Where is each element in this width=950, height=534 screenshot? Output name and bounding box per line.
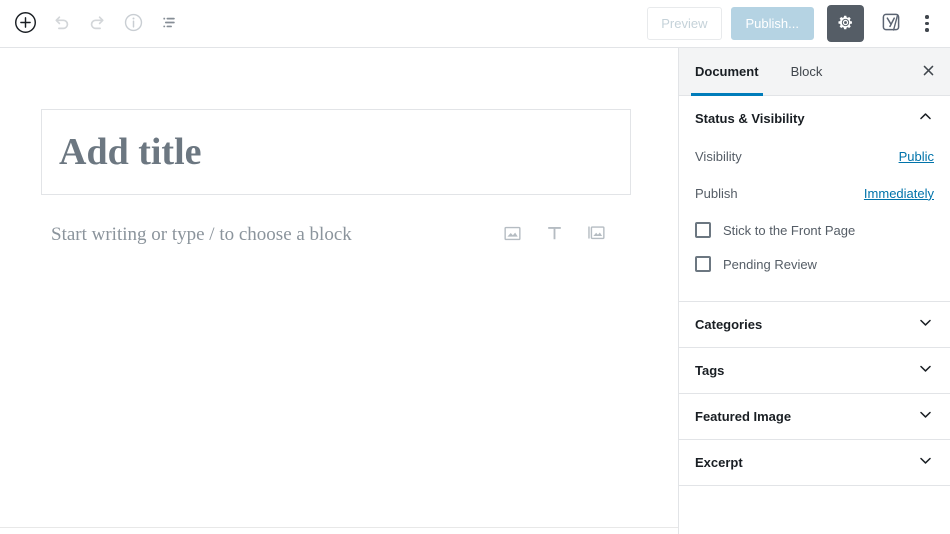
- panel-status-visibility-body: Visibility Public Publish Immediately St…: [679, 141, 950, 301]
- panel-excerpt: Excerpt: [679, 440, 950, 486]
- block-navigation-button[interactable]: [151, 6, 187, 42]
- checkbox-row-sticky[interactable]: Stick to the Front Page: [695, 215, 934, 245]
- sticky-checkbox[interactable]: [695, 222, 711, 238]
- panel-categories-title: Categories: [695, 317, 763, 332]
- preview-button[interactable]: Preview: [647, 7, 722, 40]
- setting-row-publish: Publish Immediately: [695, 178, 934, 208]
- chevron-down-icon: [917, 360, 934, 382]
- panel-featured-image-title: Featured Image: [695, 409, 792, 424]
- panel-featured-image: Featured Image: [679, 394, 950, 440]
- content-info-icon: [123, 12, 144, 36]
- chevron-down-icon: [917, 406, 934, 428]
- panel-tags: Tags: [679, 348, 950, 394]
- gallery-block-icon: [586, 223, 607, 247]
- chevron-down-icon: [917, 314, 934, 336]
- undo-icon: [51, 12, 72, 36]
- panel-excerpt-title: Excerpt: [695, 455, 743, 470]
- close-icon: [921, 63, 936, 81]
- kebab-menu-icon: [925, 15, 929, 32]
- add-block-icon: [14, 11, 37, 37]
- gallery-block-button[interactable]: [584, 223, 608, 247]
- toolbar-right-group: Preview Publish...: [647, 0, 950, 47]
- default-paragraph-block: Start writing or type / to choose a bloc…: [41, 215, 631, 255]
- chevron-up-icon: [917, 108, 934, 130]
- post-title-placeholder: Add title: [59, 131, 202, 173]
- yoast-seo-icon: [879, 10, 903, 37]
- editor-canvas: Add title Start writing or type / to cho…: [0, 48, 678, 528]
- publish-button[interactable]: Publish...: [730, 7, 814, 40]
- panel-status-visibility-header[interactable]: Status & Visibility: [679, 96, 950, 141]
- visibility-label: Visibility: [695, 148, 742, 164]
- image-block-button[interactable]: [500, 223, 524, 247]
- post-title-field[interactable]: Add title: [41, 109, 631, 195]
- block-quick-insert-group: [500, 223, 631, 247]
- panel-categories: Categories: [679, 302, 950, 348]
- paragraph-block-button[interactable]: [542, 223, 566, 247]
- settings-toggle-button[interactable]: [827, 5, 864, 42]
- settings-sidebar: Document Block Status & Visibility Visib…: [678, 48, 950, 534]
- block-placeholder-text[interactable]: Start writing or type / to choose a bloc…: [41, 224, 352, 246]
- gear-icon: [836, 13, 855, 35]
- toolbar-left-group: [0, 0, 187, 47]
- undo-button[interactable]: [43, 6, 79, 42]
- add-block-button[interactable]: [7, 6, 43, 42]
- panel-tags-header[interactable]: Tags: [679, 348, 950, 393]
- visibility-value-button[interactable]: Public: [899, 149, 934, 164]
- block-navigation-icon: [159, 12, 180, 36]
- panel-featured-image-header[interactable]: Featured Image: [679, 394, 950, 439]
- setting-row-visibility: Visibility Public: [695, 141, 934, 171]
- publish-date-value-button[interactable]: Immediately: [864, 186, 934, 201]
- sticky-checkbox-label[interactable]: Stick to the Front Page: [723, 223, 855, 238]
- panel-status-visibility-title: Status & Visibility: [695, 111, 805, 126]
- panel-excerpt-header[interactable]: Excerpt: [679, 440, 950, 485]
- wordpress-block-editor: Preview Publish... Add title Start writi…: [0, 0, 950, 534]
- redo-button[interactable]: [79, 6, 115, 42]
- panel-tags-title: Tags: [695, 363, 725, 378]
- paragraph-block-icon: [544, 223, 565, 247]
- content-info-button[interactable]: [115, 6, 151, 42]
- sidebar-tab-bar: Document Block: [679, 48, 950, 96]
- image-block-icon: [502, 223, 523, 247]
- checkbox-row-pending-review[interactable]: Pending Review: [695, 249, 934, 279]
- panel-categories-header[interactable]: Categories: [679, 302, 950, 347]
- publish-date-label: Publish: [695, 185, 738, 201]
- editor-toolbar: Preview Publish...: [0, 0, 950, 48]
- tab-document[interactable]: Document: [679, 48, 775, 96]
- redo-icon: [87, 12, 108, 36]
- more-menu-button[interactable]: [912, 6, 942, 42]
- pending-review-checkbox[interactable]: [695, 256, 711, 272]
- chevron-down-icon: [917, 452, 934, 474]
- close-sidebar-button[interactable]: [906, 48, 950, 95]
- panel-status-visibility: Status & Visibility Visibility Public Pu…: [679, 96, 950, 302]
- tab-block[interactable]: Block: [775, 48, 839, 95]
- pending-review-checkbox-label[interactable]: Pending Review: [723, 257, 817, 272]
- yoast-seo-button[interactable]: [873, 6, 909, 42]
